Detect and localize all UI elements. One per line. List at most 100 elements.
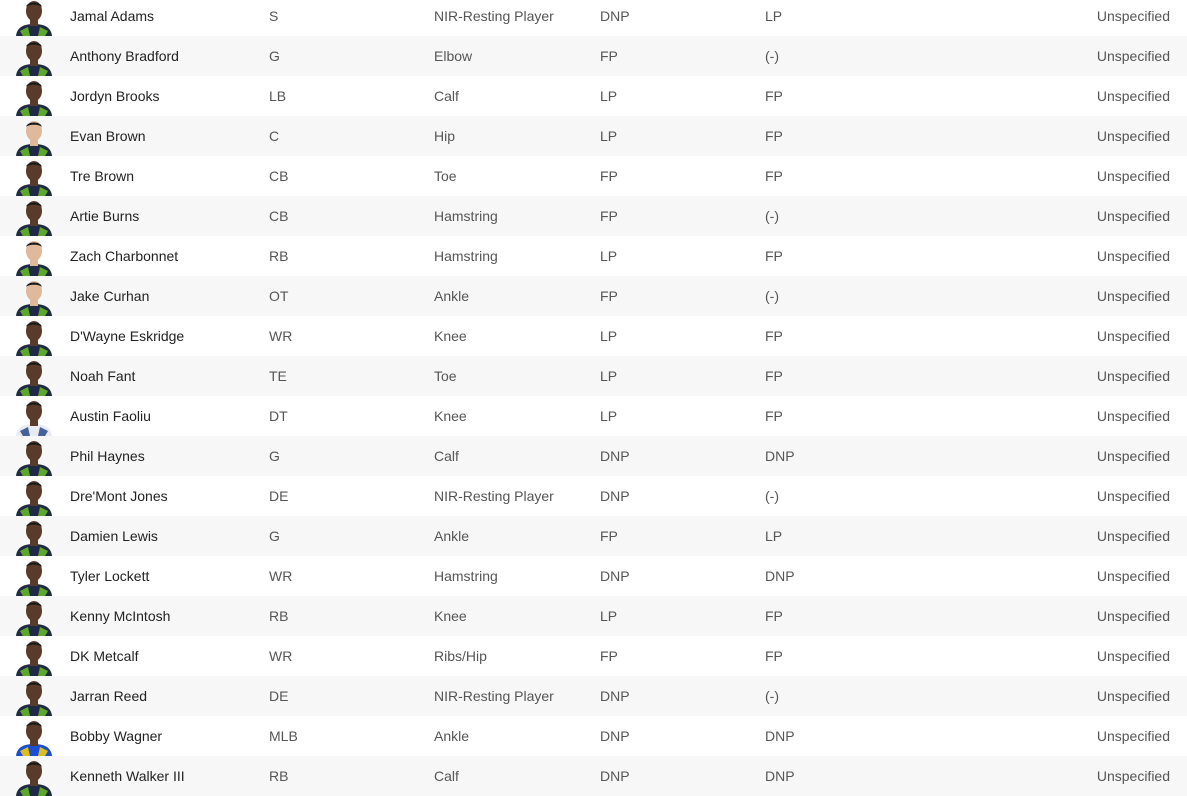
injury-type: Calf	[434, 448, 459, 464]
player-name[interactable]: DK Metcalf	[70, 636, 138, 676]
player-name[interactable]: Zach Charbonnet	[70, 236, 178, 276]
table-row: Tyler Lockett WR Hamstring DNP DNP Unspecifie…	[0, 556, 1187, 596]
table-row: Bobby Wagner MLB Ankle DNP DNP Unspecified	[0, 716, 1187, 756]
practice-status-day-1: LP	[600, 248, 618, 264]
player-name[interactable]: Phil Haynes	[70, 436, 145, 476]
table-row: Kenny McIntosh RB Knee LP FP Unspecified	[0, 596, 1187, 636]
practice-status-day-2: FP	[765, 648, 783, 664]
player-name[interactable]: Evan Brown	[70, 116, 145, 156]
game-status: Unspecified	[1096, 488, 1170, 504]
player-position: WR	[269, 568, 293, 584]
table-row: Phil Haynes G Calf DNP DNP Unspecified	[0, 436, 1187, 476]
practice-status-day-1: FP	[600, 288, 618, 304]
player-name[interactable]: D'Wayne Eskridge	[70, 316, 184, 356]
player-headshot-icon	[14, 38, 54, 76]
player-headshot-icon	[14, 318, 54, 356]
practice-status-day-1: FP	[600, 648, 618, 664]
player-position: OT	[269, 288, 289, 304]
injury-type: Elbow	[434, 48, 473, 64]
injury-type: Ankle	[434, 288, 470, 304]
game-status: Unspecified	[1096, 208, 1170, 224]
practice-status-day-2: FP	[765, 248, 783, 264]
game-status: Unspecified	[1096, 688, 1170, 704]
player-headshot-icon	[14, 278, 54, 316]
player-position: WR	[269, 648, 293, 664]
player-name[interactable]: Jordyn Brooks	[70, 76, 159, 116]
practice-status-day-2: FP	[765, 88, 783, 104]
injury-type: Hamstring	[434, 248, 498, 264]
player-name[interactable]: Artie Burns	[70, 196, 139, 236]
practice-status-day-1: DNP	[600, 688, 630, 704]
practice-status-day-2: (-)	[765, 288, 779, 304]
player-name[interactable]: Kenny McIntosh	[70, 596, 170, 636]
player-position: G	[269, 48, 280, 64]
practice-status-day-1: LP	[600, 408, 618, 424]
practice-status-day-2: FP	[765, 328, 783, 344]
player-name[interactable]: Austin Faoliu	[70, 396, 151, 436]
practice-status-day-2: FP	[765, 608, 783, 624]
player-position: LB	[269, 88, 287, 104]
player-headshot-icon	[14, 758, 54, 796]
player-name[interactable]: Bobby Wagner	[70, 716, 162, 756]
player-headshot-icon	[14, 238, 54, 276]
game-status: Unspecified	[1096, 88, 1170, 104]
injury-type: Toe	[434, 168, 457, 184]
injury-type: Ribs/Hip	[434, 648, 487, 664]
player-position: RB	[269, 608, 289, 624]
player-position: CB	[269, 208, 289, 224]
table-row: Kenneth Walker III RB Calf DNP DNP Unspecifie…	[0, 756, 1187, 796]
practice-status-day-1: FP	[600, 208, 618, 224]
practice-status-day-1: FP	[600, 168, 618, 184]
table-row: Austin Faoliu DT Knee LP FP Unspecified	[0, 396, 1187, 436]
player-headshot-icon	[14, 78, 54, 116]
injury-type: Hip	[434, 128, 456, 144]
table-row: Damien Lewis G Ankle FP LP Unspecified	[0, 516, 1187, 556]
practice-status-day-1: FP	[600, 528, 618, 544]
practice-status-day-1: LP	[600, 368, 618, 384]
practice-status-day-2: FP	[765, 128, 783, 144]
player-position: DT	[269, 408, 288, 424]
player-headshot-icon	[14, 598, 54, 636]
practice-status-day-2: DNP	[765, 728, 795, 744]
game-status: Unspecified	[1096, 48, 1170, 64]
practice-status-day-2: DNP	[765, 448, 795, 464]
player-headshot-icon	[14, 438, 54, 476]
game-status: Unspecified	[1096, 568, 1170, 584]
player-headshot-icon	[14, 478, 54, 516]
player-headshot-icon	[14, 518, 54, 556]
player-position: TE	[269, 368, 287, 384]
player-name[interactable]: Tyler Lockett	[70, 556, 149, 596]
game-status: Unspecified	[1096, 448, 1170, 464]
table-row: DK Metcalf WR Ribs/Hip FP FP Unspecified	[0, 636, 1187, 676]
player-position: RB	[269, 768, 289, 784]
player-name[interactable]: Damien Lewis	[70, 516, 158, 556]
injury-type: Hamstring	[434, 568, 498, 584]
player-position: G	[269, 528, 280, 544]
player-name[interactable]: Noah Fant	[70, 356, 135, 396]
table-row: Dre'Mont Jones DE NIR-Resting Player DNP (-)…	[0, 476, 1187, 516]
player-headshot-icon	[14, 638, 54, 676]
player-position: DE	[269, 688, 289, 704]
game-status: Unspecified	[1096, 168, 1170, 184]
player-position: DE	[269, 488, 289, 504]
player-name[interactable]: Anthony Bradford	[70, 36, 179, 76]
practice-status-day-1: LP	[600, 608, 618, 624]
player-name[interactable]: Jarran Reed	[70, 676, 147, 716]
table-row: Jordyn Brooks LB Calf LP FP Unspecified	[0, 76, 1187, 116]
practice-status-day-1: FP	[600, 48, 618, 64]
player-name[interactable]: Jake Curhan	[70, 276, 149, 316]
player-name[interactable]: Jamal Adams	[70, 0, 154, 36]
practice-status-day-2: (-)	[765, 488, 779, 504]
player-name[interactable]: Dre'Mont Jones	[70, 476, 168, 516]
player-name[interactable]: Tre Brown	[70, 156, 134, 196]
injury-type: NIR-Resting Player	[434, 8, 554, 24]
player-position: C	[269, 128, 280, 144]
practice-status-day-2: FP	[765, 368, 783, 384]
game-status: Unspecified	[1096, 768, 1170, 784]
player-position: S	[269, 8, 279, 24]
practice-status-day-1: LP	[600, 128, 618, 144]
practice-status-day-2: FP	[765, 168, 783, 184]
player-name[interactable]: Kenneth Walker III	[70, 756, 185, 796]
table-row: Tre Brown CB Toe FP FP Unspecified	[0, 156, 1187, 196]
practice-status-day-2: (-)	[765, 688, 779, 704]
